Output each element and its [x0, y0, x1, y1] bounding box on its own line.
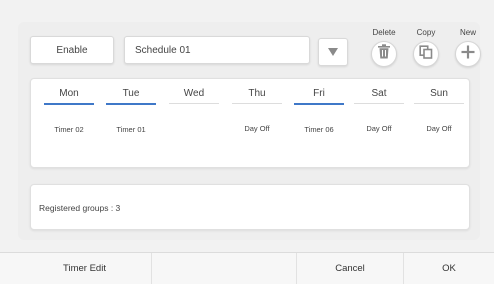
- day-column-mon[interactable]: Mon Timer 02: [41, 79, 97, 135]
- day-column-sat[interactable]: Sat Day Off: [351, 79, 407, 134]
- schedule-name-field[interactable]: Schedule 01: [124, 36, 310, 64]
- copy-button[interactable]: [413, 41, 439, 67]
- day-name: Mon: [59, 88, 79, 99]
- day-name: Thu: [248, 88, 266, 99]
- day-timer: Timer 02: [54, 124, 84, 134]
- week-schedule-panel: Mon Timer 02 Tue Timer 01 Wed Thu Day Of…: [30, 78, 470, 168]
- copy-label: Copy: [416, 28, 436, 37]
- day-timer: Timer 01: [116, 124, 146, 134]
- day-name: Wed: [183, 88, 205, 99]
- day-underline: [106, 103, 156, 105]
- delete-action: Delete: [367, 28, 401, 67]
- schedule-screen: Enable Schedule 01 Delete Copy New Mon T…: [0, 0, 494, 284]
- day-timer: Day Off: [426, 124, 452, 133]
- bottom-action-bar: Timer Edit Cancel OK: [0, 252, 494, 284]
- day-underline: [294, 103, 344, 105]
- triangle-down-icon: [328, 48, 338, 56]
- delete-button[interactable]: [371, 41, 397, 67]
- day-timer: Timer 06: [304, 124, 334, 134]
- day-underline: [414, 103, 464, 104]
- cancel-label: Cancel: [335, 263, 365, 274]
- new-action: New: [451, 28, 485, 67]
- day-column-fri[interactable]: Fri Timer 06: [291, 79, 347, 135]
- schedule-name-value: Schedule 01: [135, 44, 191, 56]
- enable-button-label: Enable: [56, 44, 88, 56]
- day-timer: Day Off: [366, 124, 392, 133]
- registered-groups-panel[interactable]: Registered groups : 3: [30, 184, 470, 230]
- day-name: Tue: [122, 88, 140, 99]
- timer-edit-label: Timer Edit: [63, 263, 106, 274]
- plus-icon: [461, 45, 475, 64]
- day-column-tue[interactable]: Tue Timer 01: [103, 79, 159, 135]
- day-column-thu[interactable]: Thu Day Off: [229, 79, 285, 134]
- copy-action: Copy: [409, 28, 443, 67]
- day-underline: [354, 103, 404, 104]
- timer-edit-button[interactable]: Timer Edit: [18, 253, 152, 284]
- new-label: New: [459, 28, 476, 37]
- day-name: Sun: [430, 88, 448, 99]
- day-column-wed[interactable]: Wed: [166, 79, 222, 134]
- trash-icon: [377, 44, 391, 64]
- ok-label: OK: [442, 263, 456, 274]
- new-button[interactable]: [455, 41, 481, 67]
- schedule-dropdown-button[interactable]: [318, 38, 348, 66]
- day-timer: [166, 124, 222, 134]
- day-underline: [44, 103, 94, 105]
- copy-icon: [419, 44, 433, 64]
- day-underline: [232, 103, 282, 104]
- registered-groups-text: Registered groups : 3: [39, 203, 121, 213]
- delete-label: Delete: [372, 28, 396, 37]
- ok-button[interactable]: OK: [404, 253, 494, 284]
- enable-button[interactable]: Enable: [30, 36, 114, 64]
- day-name: Fri: [313, 88, 325, 99]
- day-underline: [169, 103, 219, 104]
- day-timer: Day Off: [244, 124, 270, 133]
- cancel-button[interactable]: Cancel: [296, 253, 404, 284]
- day-name: Sat: [371, 88, 387, 99]
- day-column-sun[interactable]: Sun Day Off: [411, 79, 467, 134]
